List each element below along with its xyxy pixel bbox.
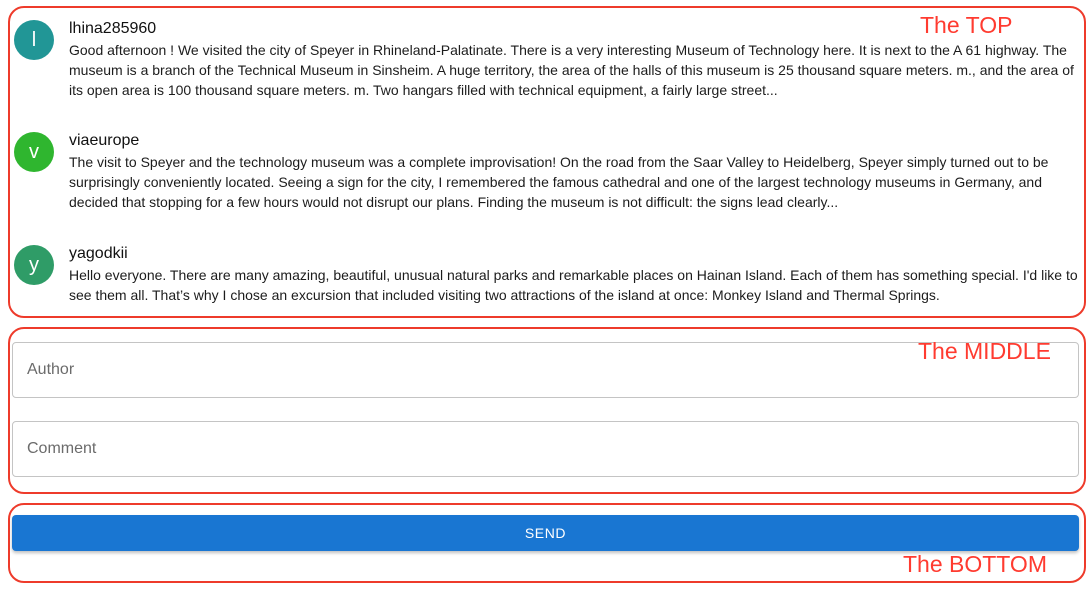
middle-region-label: The MIDDLE (918, 338, 1051, 364)
comment-author: yagodkii (69, 245, 128, 262)
comment-text: Hello everyone. There are many amazing, … (69, 267, 1078, 303)
comment-text: The visit to Speyer and the technology m… (69, 154, 1049, 210)
avatar: v (14, 132, 54, 172)
comment-author: viaeurope (69, 132, 140, 149)
comment-body: yagodkii Hello everyone. There are many … (69, 243, 1079, 305)
avatar: l (14, 20, 54, 60)
avatar: y (14, 245, 54, 285)
top-region-label: The TOP (920, 12, 1013, 38)
comment-body: viaeurope The visit to Speyer and the te… (69, 130, 1079, 212)
comment-input[interactable] (12, 421, 1079, 477)
send-button[interactable]: SEND (12, 515, 1079, 551)
comment-text: Good afternoon ! We visited the city of … (69, 42, 1074, 98)
bottom-region-label: The BOTTOM (903, 551, 1047, 577)
